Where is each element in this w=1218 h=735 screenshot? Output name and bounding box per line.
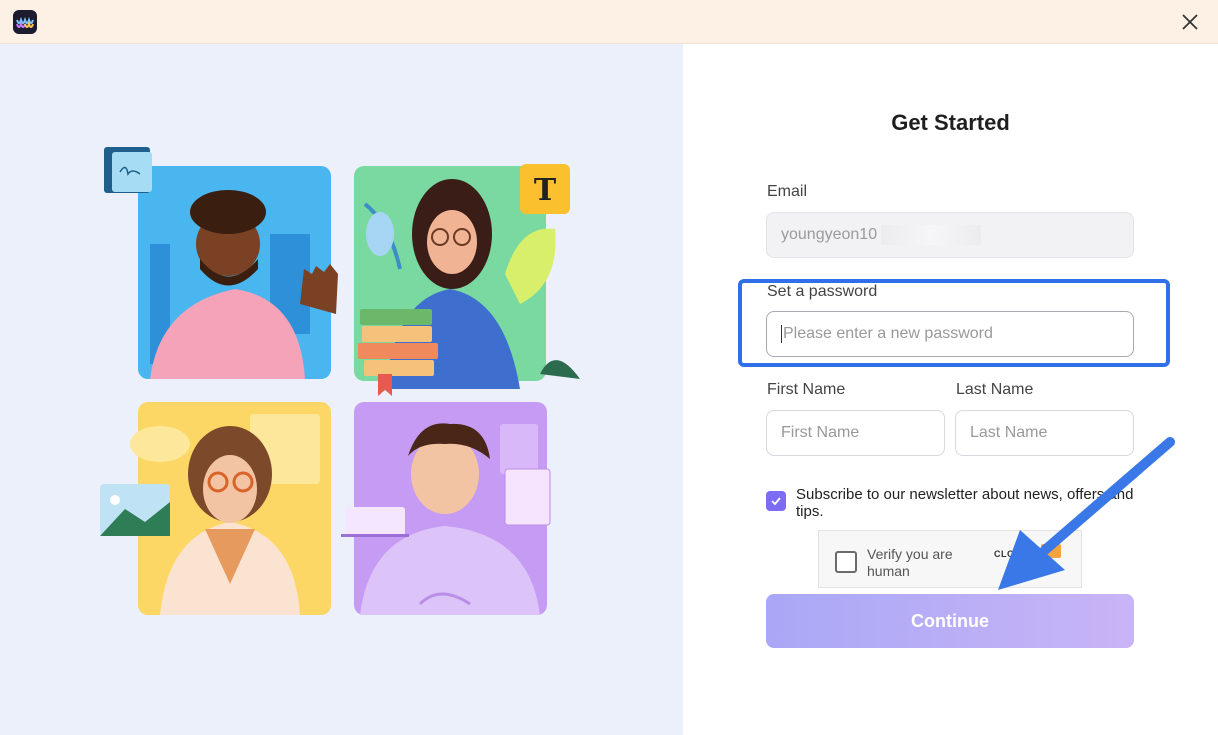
email-value: youngyeon10 bbox=[781, 226, 878, 243]
password-field[interactable]: Please enter a new password bbox=[766, 311, 1134, 357]
redacted-email-part bbox=[881, 225, 982, 245]
first-name-placeholder: First Name bbox=[781, 424, 860, 441]
captcha-checkbox[interactable] bbox=[835, 551, 857, 573]
password-label: Set a password bbox=[767, 283, 878, 300]
check-icon bbox=[771, 497, 781, 506]
team-illustration: T bbox=[100, 147, 580, 615]
annotation-arrow-icon bbox=[998, 437, 1175, 590]
close-button[interactable] bbox=[1176, 8, 1204, 36]
app-logo-icon bbox=[13, 10, 37, 34]
password-placeholder: Please enter a new password bbox=[783, 325, 993, 342]
illustration-panel: T bbox=[0, 44, 683, 735]
continue-button[interactable]: Continue bbox=[766, 594, 1134, 648]
close-icon bbox=[1182, 14, 1198, 30]
title-bar bbox=[0, 0, 1218, 44]
email-field: youngyeon10 bbox=[766, 212, 1134, 258]
subscribe-checkbox[interactable] bbox=[766, 491, 786, 511]
first-name-field[interactable]: First Name bbox=[766, 410, 945, 456]
form-title: Get Started bbox=[891, 110, 1010, 135]
text-caret bbox=[781, 325, 782, 343]
email-label: Email bbox=[767, 183, 808, 200]
last-name-label: Last Name bbox=[956, 381, 1034, 398]
captcha-text: Verify you are human bbox=[867, 546, 953, 579]
first-name-label: First Name bbox=[767, 381, 846, 398]
signup-form: Get Started Email youngyeon10 Set a pass… bbox=[683, 44, 1218, 735]
svg-text:T: T bbox=[534, 173, 557, 208]
